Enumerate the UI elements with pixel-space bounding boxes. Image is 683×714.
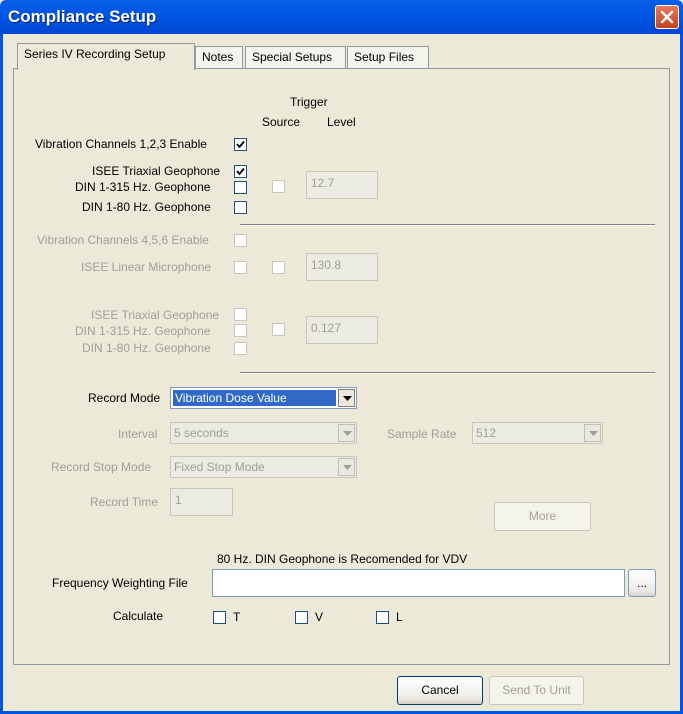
checkmark-icon (236, 140, 245, 149)
send-to-unit-button[interactable]: Send To Unit (489, 676, 584, 705)
browse-button[interactable]: ... (628, 569, 656, 597)
vib123-din80-checkbox[interactable] (234, 201, 247, 214)
sample-rate-label: Sample Rate (387, 427, 457, 441)
record-time-input[interactable]: 1 (170, 488, 233, 516)
chevron-down-icon (343, 396, 352, 401)
tab-series-iv-recording-setup[interactable]: Series IV Recording Setup (17, 43, 195, 70)
vib456-enable-label: Vibration Channels 4,5,6 Enable (37, 233, 209, 247)
calculate-l-label: L (396, 610, 403, 624)
tab-label: Notes (202, 50, 234, 64)
sample-rate-select[interactable]: 512 (472, 422, 603, 444)
calculate-l-checkbox[interactable] (376, 611, 389, 624)
frequency-weighting-input[interactable] (212, 569, 625, 597)
trigger-level-header: Level (327, 115, 356, 129)
tab-setup-files[interactable]: Setup Files (347, 46, 429, 68)
trigger-source-header: Source (262, 115, 301, 129)
vdv-note: 80 Hz. DIN Geophone is Recomended for VD… (217, 552, 468, 566)
frequency-weighting-label: Frequency Weighting File (52, 576, 188, 590)
calculate-t-label: T (233, 610, 241, 624)
chevron-down-icon (343, 465, 352, 470)
interval-select[interactable]: 5 seconds (170, 422, 357, 444)
record-stop-mode-select[interactable]: Fixed Stop Mode (170, 456, 357, 478)
dropdown-arrow[interactable] (584, 424, 601, 442)
tab-label: Setup Files (354, 50, 415, 64)
vib456-enable-checkbox[interactable] (234, 234, 247, 247)
vib456-isee-label: ISEE Triaxial Geophone (91, 308, 220, 322)
window-frame-left (0, 34, 3, 714)
vib123-din315-label: DIN 1-315 Hz. Geophone (75, 180, 211, 194)
more-button[interactable]: More (494, 502, 591, 531)
tab-notes[interactable]: Notes (195, 46, 243, 68)
vib123-enable-checkbox[interactable] (234, 138, 247, 151)
dropdown-arrow[interactable] (338, 458, 355, 476)
checkmark-icon (236, 167, 245, 176)
vib123-isee-label: ISEE Triaxial Geophone (92, 164, 221, 178)
cancel-button[interactable]: Cancel (397, 676, 483, 705)
vib456-din315-label: DIN 1-315 Hz. Geophone (75, 324, 211, 338)
vib456-din80-label: DIN 1-80 Hz. Geophone (82, 341, 211, 355)
interval-value: 5 seconds (174, 426, 229, 440)
vib123-trigger-level-input[interactable]: 12.7 (306, 171, 378, 199)
vib456-mic-checkbox[interactable] (234, 261, 247, 274)
vib123-isee-checkbox[interactable] (234, 165, 247, 178)
chevron-down-icon (343, 431, 352, 436)
vib456-trigger-level-input[interactable]: 0.127 (306, 316, 378, 344)
close-button[interactable] (655, 5, 679, 29)
vib123-din315-checkbox[interactable] (234, 181, 247, 194)
divider (240, 224, 655, 226)
record-mode-select[interactable]: Vibration Dose Value (170, 387, 357, 409)
window-title: Compliance Setup (8, 7, 157, 26)
chevron-down-icon (589, 431, 598, 436)
tab-special-setups[interactable]: Special Setups (245, 46, 346, 68)
vib123-din80-label: DIN 1-80 Hz. Geophone (82, 200, 211, 214)
close-icon (660, 10, 674, 24)
record-mode-label: Record Mode (88, 391, 161, 405)
vib456-mic-label: ISEE Linear Microphone (81, 260, 212, 274)
record-time-label: Record Time (90, 495, 159, 509)
calculate-v-checkbox[interactable] (295, 611, 308, 624)
calculate-t-checkbox[interactable] (213, 611, 226, 624)
vib456-din80-checkbox[interactable] (234, 342, 247, 355)
vib123-enable-label: Vibration Channels 1,2,3 Enable (35, 137, 207, 151)
vib456-trigger-source-checkbox[interactable] (272, 323, 285, 336)
record-stop-mode-value: Fixed Stop Mode (174, 460, 265, 474)
tab-label: Special Setups (252, 50, 333, 64)
sample-rate-value: 512 (476, 426, 497, 440)
trigger-header: Trigger (290, 95, 328, 109)
vib123-trigger-source-checkbox[interactable] (272, 180, 285, 193)
dropdown-arrow[interactable] (338, 389, 355, 407)
tab-label: Series IV Recording Setup (24, 47, 166, 61)
vib456-isee-checkbox[interactable] (234, 308, 247, 321)
vib456-din315-checkbox[interactable] (234, 324, 247, 337)
divider (240, 372, 655, 374)
record-mode-value: Vibration Dose Value (173, 390, 336, 406)
vib456-mic-trigger-source-checkbox[interactable] (272, 261, 285, 274)
dropdown-arrow[interactable] (338, 424, 355, 442)
calculate-label: Calculate (113, 609, 164, 623)
calculate-v-label: V (315, 610, 324, 624)
vib456-mic-level-input[interactable]: 130.8 (306, 253, 378, 281)
record-stop-mode-label: Record Stop Mode (51, 460, 152, 474)
title-bar: Compliance Setup (0, 0, 683, 34)
interval-label: Interval (118, 427, 158, 441)
